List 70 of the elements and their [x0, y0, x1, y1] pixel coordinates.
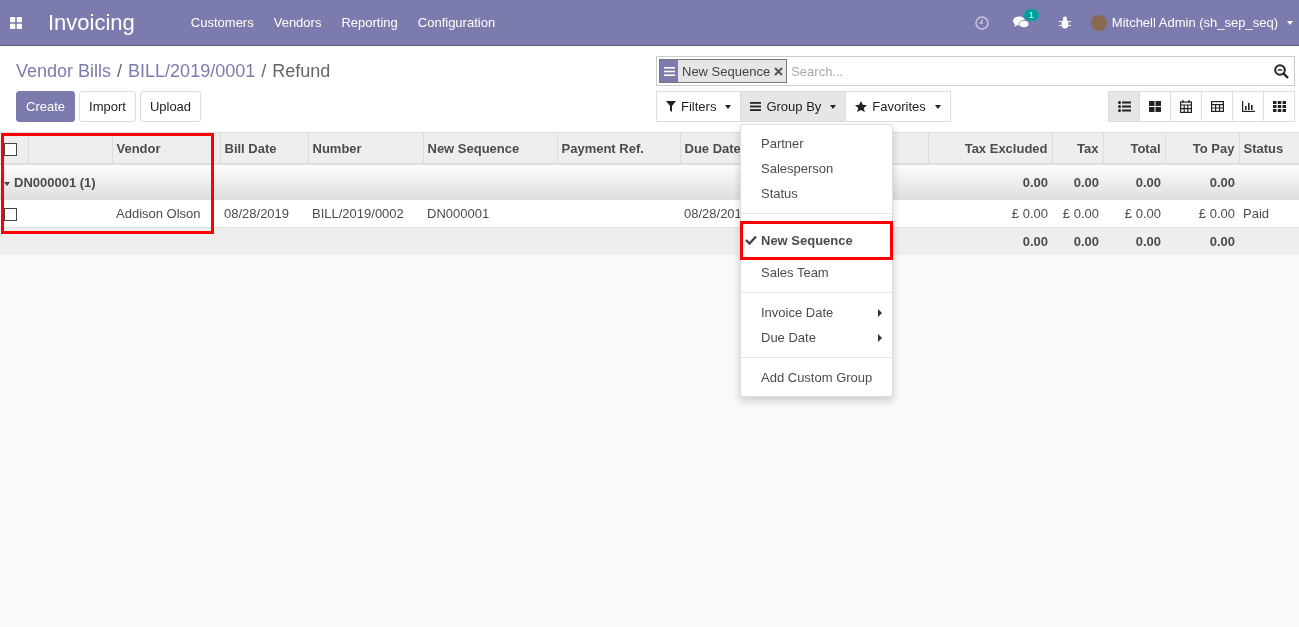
breadcrumb-link[interactable]: BILL/2019/0001 — [128, 60, 256, 82]
bar-chart-icon — [1241, 101, 1255, 112]
action-button[interactable]: Import — [79, 91, 136, 122]
view-switch-button[interactable] — [1263, 91, 1295, 122]
table-cell: £ 0.00 — [1052, 200, 1103, 228]
table-cell: Addison Olson — [112, 200, 220, 228]
action-button[interactable]: Upload — [139, 91, 202, 122]
star-icon — [855, 101, 868, 112]
filter-icon — [666, 101, 676, 112]
checkbox[interactable] — [4, 208, 17, 222]
menu-item[interactable]: Configuration — [407, 15, 506, 30]
table-cell: BILL/2019/0002 — [308, 200, 423, 228]
app-title: Invoicing — [48, 9, 135, 36]
search-option-button[interactable]: Favorites — [845, 91, 951, 122]
total-cell: 0.00 — [1052, 227, 1103, 255]
calendar-view-icon — [1180, 100, 1192, 113]
checkbox[interactable] — [4, 142, 17, 156]
menu-option[interactable]: Invoice Date — [741, 300, 892, 325]
group-header[interactable]: DN000001 (1) — [4, 175, 96, 190]
kanban-view-icon — [1149, 101, 1161, 112]
table-cell: 08/28/2019 — [220, 200, 308, 228]
group-total: 0.00 — [1103, 164, 1165, 200]
table-view-icon — [1210, 101, 1224, 112]
breadcrumb-separator: / — [117, 60, 123, 82]
breadcrumb-link[interactable]: Vendor Bills — [16, 60, 112, 82]
menu-option[interactable]: Salesperson — [741, 156, 892, 181]
search-option-button[interactable]: Filters — [656, 91, 742, 122]
breadcrumb-current: Refund — [272, 60, 331, 82]
view-switch-button[interactable] — [1201, 91, 1233, 122]
grid-view-icon — [1272, 101, 1286, 112]
table-cell: £ 0.00 — [1103, 200, 1165, 228]
caret-icon[interactable] — [1287, 20, 1293, 25]
search-field[interactable]: New Sequence Search... — [656, 56, 1295, 86]
total-cell: 0.00 — [1103, 227, 1165, 255]
user-name[interactable]: Mitchell Admin (sh_sep_seq) — [1111, 15, 1278, 30]
menu-item[interactable]: Reporting — [331, 15, 408, 30]
menu-icon — [750, 102, 762, 111]
group-total: 0.00 — [1165, 164, 1239, 200]
view-switch-button[interactable] — [1232, 91, 1264, 122]
menu-item[interactable]: Vendors — [263, 15, 332, 30]
action-button[interactable]: Create — [16, 91, 76, 122]
table-cell: £ 0.00 — [928, 200, 1052, 228]
menu-option[interactable]: New Sequence — [740, 221, 893, 260]
list-view-icon — [1117, 101, 1131, 112]
view-switch-button[interactable] — [1139, 91, 1171, 122]
search-facet[interactable]: New Sequence — [659, 59, 788, 83]
chat-icon[interactable] — [1012, 16, 1029, 29]
close-icon[interactable] — [774, 66, 784, 76]
apps-menu-icon[interactable] — [10, 16, 22, 29]
group-total: 0.00 — [928, 164, 1052, 200]
notification-badge: 1 — [1023, 9, 1039, 21]
view-switch-button[interactable] — [1170, 91, 1202, 122]
total-cell: 0.00 — [1165, 227, 1239, 255]
table-cell: DN000001 — [423, 200, 557, 228]
menu-option[interactable]: Sales Team — [741, 260, 892, 285]
search-option-button[interactable]: Group By — [740, 91, 847, 122]
group-icon — [663, 66, 675, 76]
table-cell: £ 0.00 — [1165, 200, 1239, 228]
menu-item[interactable]: Customers — [180, 15, 264, 30]
breadcrumb-separator: / — [261, 60, 267, 82]
view-switch-button[interactable] — [1108, 91, 1140, 122]
bug-icon[interactable] — [1058, 16, 1071, 29]
search-icon[interactable] — [1274, 63, 1289, 79]
table-cell: Paid — [1239, 200, 1299, 228]
menu-option[interactable]: Add Custom Group — [741, 365, 892, 390]
menu-option[interactable]: Due Date — [741, 325, 892, 350]
checkmark-icon — [745, 235, 757, 245]
menu-option[interactable]: Partner — [741, 131, 892, 156]
total-cell: 0.00 — [928, 227, 1052, 255]
group-total: 0.00 — [1052, 164, 1103, 200]
